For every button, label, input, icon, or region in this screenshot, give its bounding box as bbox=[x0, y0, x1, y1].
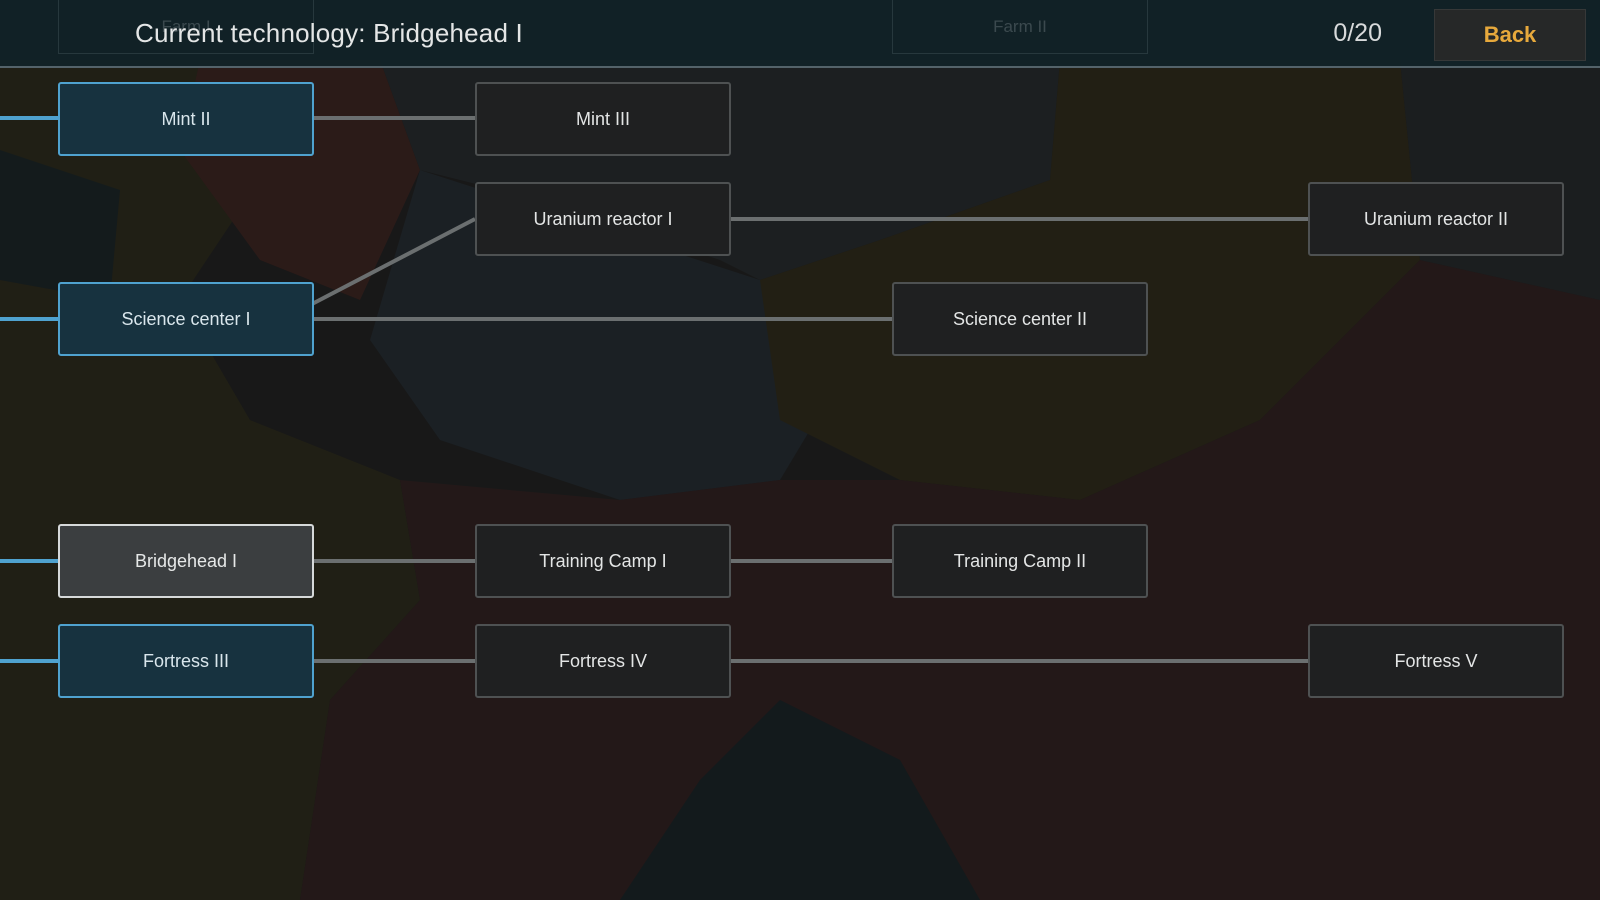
tech-node-bridgehead-1[interactable]: Bridgehead I bbox=[58, 524, 314, 598]
tech-node-science-center-1[interactable]: Science center I bbox=[58, 282, 314, 356]
tech-node-fortress-3[interactable]: Fortress III bbox=[58, 624, 314, 698]
tech-node-mint-3[interactable]: Mint III bbox=[475, 82, 731, 156]
back-button[interactable]: Back bbox=[1434, 9, 1586, 61]
tech-node-mint-2[interactable]: Mint II bbox=[58, 82, 314, 156]
ghost-node-farm-2: Farm II bbox=[892, 0, 1148, 54]
research-counter: 0/20 bbox=[1333, 19, 1382, 47]
tech-node-fortress-4[interactable]: Fortress IV bbox=[475, 624, 731, 698]
tech-node-science-center-2[interactable]: Science center II bbox=[892, 282, 1148, 356]
tech-node-uranium-reactor-1[interactable]: Uranium reactor I bbox=[475, 182, 731, 256]
current-technology-title: Current technology: Bridgehead I bbox=[135, 18, 523, 48]
tech-node-fortress-5[interactable]: Fortress V bbox=[1308, 624, 1564, 698]
tech-node-uranium-reactor-2[interactable]: Uranium reactor II bbox=[1308, 182, 1564, 256]
tech-node-training-camp-2[interactable]: Training Camp II bbox=[892, 524, 1148, 598]
tech-node-training-camp-1[interactable]: Training Camp I bbox=[475, 524, 731, 598]
header-bar: Farm I Farm II Current technology: Bridg… bbox=[0, 0, 1600, 68]
